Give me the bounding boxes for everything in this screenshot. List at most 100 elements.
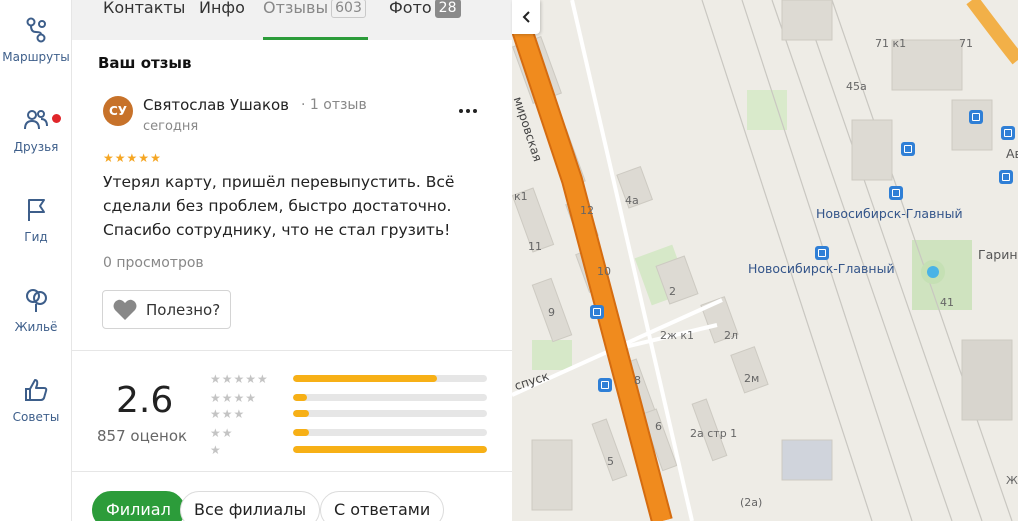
tab-bar: Контакты Инфо Отзывы 603 Фото 28 <box>72 0 512 40</box>
useful-button[interactable]: Полезно? <box>102 290 231 329</box>
star-icon: ★ <box>150 151 161 165</box>
notification-dot <box>52 114 61 123</box>
map[interactable]: мировская спуск Новосибирск-Главный Ново… <box>512 0 1018 521</box>
rating-value: 2.6 <box>116 380 174 421</box>
rating-row[interactable]: ★★★ <box>210 407 490 421</box>
divider <box>72 350 512 351</box>
nav-rail: Маршруты Друзья Гид Жильё Советы <box>0 0 72 521</box>
housing-icon <box>26 289 47 312</box>
tab-label: Инфо <box>199 0 245 17</box>
nav-routes[interactable]: Маршруты <box>0 16 72 64</box>
collapse-panel-button[interactable] <box>512 0 540 34</box>
nav-housing[interactable]: Жильё <box>0 286 72 334</box>
building-number: 11 <box>528 240 542 253</box>
nav-tips[interactable]: Советы <box>0 376 72 424</box>
chevron-left-icon <box>522 11 530 23</box>
train-station-icon[interactable] <box>889 186 903 200</box>
tab-label: Фото <box>389 0 432 17</box>
building-number: 71 к1 <box>875 37 907 50</box>
nav-label: Советы <box>12 410 60 424</box>
rating-row-stars: ★★ <box>210 426 234 440</box>
dot-icon <box>459 109 463 113</box>
building-number: 4а <box>625 194 639 207</box>
bus-stop-icon[interactable] <box>1001 126 1015 140</box>
rating-row[interactable]: ★★ <box>210 426 490 440</box>
rating-row[interactable]: ★★★★ <box>210 391 490 405</box>
building-number: 71 <box>959 37 973 50</box>
review-author[interactable]: Святослав Ушаков <box>143 96 289 114</box>
station-label[interactable]: Новосибирск-Главный <box>816 206 963 221</box>
rating-bar-track <box>293 410 487 417</box>
star-icon: ★ <box>103 151 114 165</box>
author-review-count: · 1 отзыв <box>301 97 367 113</box>
building-number: 6 <box>655 420 662 433</box>
tab-info[interactable]: Инфо <box>199 0 245 37</box>
rating-row[interactable]: ★ <box>210 443 490 457</box>
nav-label: Маршруты <box>2 50 70 64</box>
building-number: 41 <box>940 296 954 309</box>
building-number: 2ж к1 <box>660 329 695 342</box>
heart-icon <box>113 299 137 320</box>
review-views: 0 просмотров <box>103 255 204 271</box>
place-label[interactable]: Автоі <box>1006 146 1018 161</box>
more-options-button[interactable] <box>456 99 480 123</box>
dot-icon <box>473 109 477 113</box>
review-date: сегодня <box>143 119 199 134</box>
rating-bar-track <box>293 446 487 453</box>
photo-count-badge: 28 <box>434 0 461 18</box>
author-review-count-text: 1 отзыв <box>309 97 367 113</box>
rating-row[interactable]: ★★★★★ <box>210 372 490 386</box>
building-number: 2л <box>724 329 739 342</box>
review-stars: ★ ★ ★ ★ ★ <box>103 151 161 165</box>
building-number: 12 <box>580 204 594 217</box>
tab-contacts[interactable]: Контакты <box>103 0 185 37</box>
rating-bar-fill <box>293 429 309 436</box>
bus-stop-icon[interactable] <box>590 305 604 319</box>
rating-bar-track <box>293 394 487 401</box>
tab-photo[interactable]: Фото 28 <box>389 0 461 37</box>
nav-friends[interactable]: Друзья <box>0 106 72 154</box>
guide-flag-icon <box>28 199 45 221</box>
rating-bar-fill <box>293 446 487 453</box>
building-number: Ж <box>1006 474 1018 487</box>
building-number: 8 <box>634 374 641 387</box>
rating-bar-track <box>293 429 487 436</box>
useful-label: Полезно? <box>146 300 221 319</box>
bus-stop-icon[interactable] <box>901 142 915 156</box>
nav-label: Гид <box>24 230 48 244</box>
star-icon: ★ <box>126 151 138 165</box>
rating-bar-fill <box>293 410 309 417</box>
bus-stop-icon[interactable] <box>598 378 612 392</box>
building-number: 9 <box>548 306 555 319</box>
rating-bar-track <box>293 375 487 382</box>
bus-stop-icon[interactable] <box>999 170 1013 184</box>
building-number: 45а <box>846 80 867 93</box>
review-text: Утерял карту, пришёл перевыпустить. Всё … <box>103 173 455 239</box>
friends-icon <box>24 110 48 130</box>
star-icon: ★ <box>114 151 126 165</box>
bus-stop-icon[interactable] <box>969 110 983 124</box>
building-number: (2а) <box>740 496 763 509</box>
rating-bar-fill <box>293 375 437 382</box>
place-label[interactable]: Гарина <box>978 247 1018 262</box>
filter-with-answers[interactable]: С ответами <box>320 491 445 521</box>
star-icon: ★ <box>138 151 150 165</box>
active-tab-indicator <box>263 37 368 40</box>
nav-label: Друзья <box>13 140 59 154</box>
tab-reviews[interactable]: Отзывы 603 <box>263 0 366 37</box>
filter-all-branches[interactable]: Все филиалы <box>180 491 321 521</box>
bus-stop-icon[interactable] <box>815 246 829 260</box>
station-label[interactable]: Новосибирск-Главный <box>748 261 895 276</box>
nav-label: Жильё <box>14 320 58 334</box>
thumbs-up-icon <box>25 379 48 401</box>
building-number: 2а стр 1 <box>690 427 738 440</box>
dot-icon <box>466 109 470 113</box>
nav-guide[interactable]: Гид <box>0 196 72 244</box>
tab-label: Контакты <box>103 0 186 17</box>
building-number: 2 <box>669 285 676 298</box>
divider <box>72 471 512 472</box>
avatar[interactable]: СУ <box>103 96 133 126</box>
building-number: к1 <box>514 190 528 203</box>
filter-branch[interactable]: Филиал <box>92 491 185 521</box>
building-number: 10 <box>597 265 611 278</box>
